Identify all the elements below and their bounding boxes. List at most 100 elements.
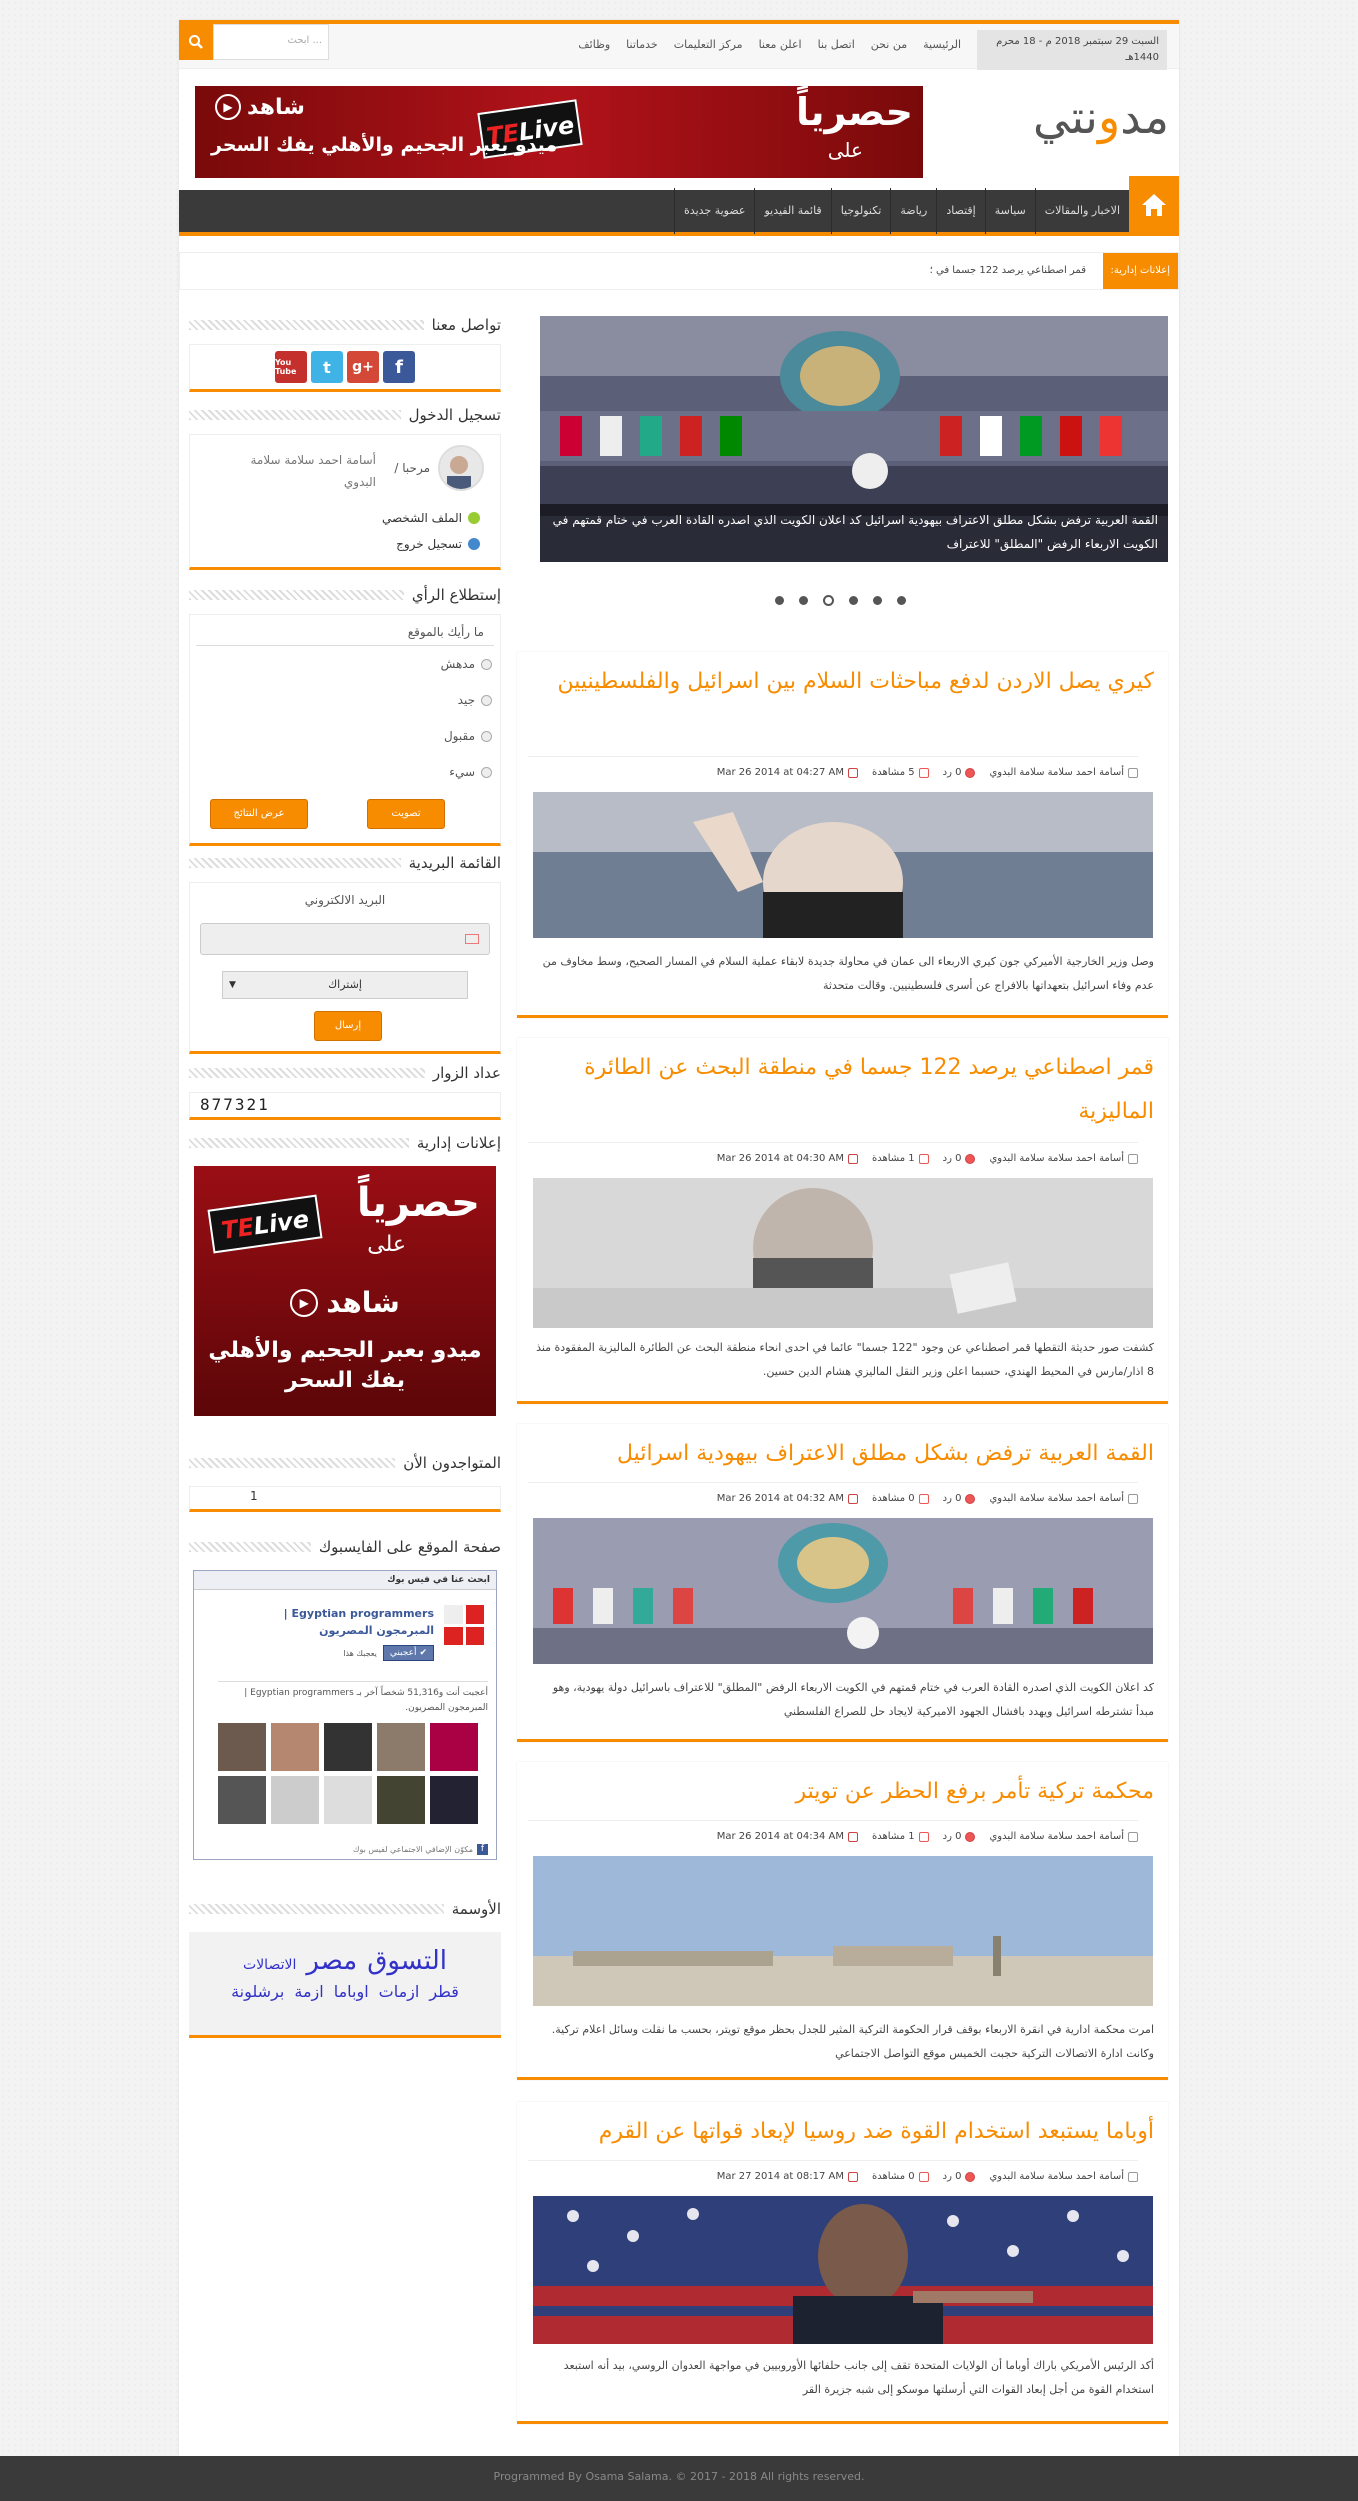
google-plus-icon[interactable]: g+	[347, 351, 379, 383]
logout-icon	[468, 538, 480, 550]
facebook-icon[interactable]: f	[383, 351, 415, 383]
vote-button[interactable]: تصويت	[367, 799, 445, 829]
post-comments[interactable]: 0 رد	[943, 1831, 976, 1842]
widget-login: تسجيل الدخول مرحبا / أسامة احمد سلامة سل…	[189, 404, 501, 570]
fb-fan-avatar[interactable]	[377, 1723, 425, 1771]
nav-register[interactable]: عضوية جديدة	[674, 188, 754, 234]
site-logo[interactable]: مدونتي	[1033, 90, 1169, 144]
topnav-jobs[interactable]: وظائف	[578, 38, 610, 51]
post-comments[interactable]: 0 رد	[943, 2171, 976, 2182]
fb-fan-avatar[interactable]	[430, 1776, 478, 1824]
home-button[interactable]	[1129, 176, 1179, 234]
fb-fan-avatar[interactable]	[324, 1723, 372, 1771]
poll-radio[interactable]	[481, 766, 492, 778]
post-title[interactable]: القمة العربية ترفض بشكل مطلق الاعتراف بي…	[534, 1432, 1154, 1476]
post-image[interactable]	[533, 792, 1153, 938]
fb-like-button[interactable]: ✔ أعجبني	[382, 1645, 434, 1661]
post-image[interactable]	[533, 1856, 1153, 2006]
post-author[interactable]: أسامة احمد سلامة سلامة البدوي	[989, 1153, 1138, 1164]
slider-dot-4[interactable]	[823, 595, 834, 606]
ad-shahid-text: شاهد	[326, 1286, 400, 1319]
poll-option[interactable]: سيء	[190, 754, 500, 790]
post-author[interactable]: أسامة احمد سلامة سلامة البدوي	[989, 1831, 1138, 1842]
post-author[interactable]: أسامة احمد سلامة سلامة البدوي	[989, 2171, 1138, 2182]
post-image[interactable]	[533, 2196, 1153, 2344]
logout-link[interactable]: تسجيل خروج	[396, 537, 480, 551]
fb-fan-avatar[interactable]	[430, 1723, 478, 1771]
slider-dot-6[interactable]	[775, 596, 784, 605]
poll-radio[interactable]	[481, 658, 492, 670]
widget-title-stripe	[189, 858, 401, 868]
post-title[interactable]: أوباما يستبعد استخدام القوة ضد روسيا لإب…	[534, 2110, 1154, 2154]
fb-fan-avatar[interactable]	[377, 1776, 425, 1824]
fb-fan-avatar[interactable]	[324, 1776, 372, 1824]
nav-tech[interactable]: تكنولوجيا	[830, 188, 891, 234]
ticker-text[interactable]: قمر اصطناعي يرصد 122 جسما في ؛	[930, 253, 1086, 289]
fb-fan-avatar[interactable]	[218, 1776, 266, 1824]
post-image[interactable]	[533, 1518, 1153, 1664]
featured-slider[interactable]: القمة العربية ترفض بشكل مطلق الاعتراف بي…	[540, 316, 1168, 562]
ad-telive-live: Live	[251, 1204, 311, 1241]
topnav-advertise[interactable]: اعلن معنا	[759, 38, 802, 51]
tag-link[interactable]: برشلونة	[231, 1982, 284, 2001]
poll-option[interactable]: مدهش	[190, 646, 500, 682]
poll-option[interactable]: جيد	[190, 682, 500, 718]
slider-caption[interactable]: القمة العربية ترفض بشكل مطلق الاعتراف بي…	[540, 504, 1168, 562]
tag-link[interactable]: ازمات	[379, 1982, 420, 2001]
fb-fan-avatar[interactable]	[271, 1723, 319, 1771]
header-ad-banner[interactable]: حصرياً على TELive شاهد ▶ ميدو بعبر الجحيم…	[195, 86, 923, 178]
post-comments[interactable]: 0 رد	[943, 1153, 976, 1164]
nav-video[interactable]: قائمة الفيديو	[754, 188, 830, 234]
tag-link[interactable]: الاتصالات	[243, 1957, 296, 1973]
post-meta: أسامة احمد سلامة سلامة البدوي 0 رد 1 مشا…	[528, 1820, 1138, 1842]
profile-link[interactable]: الملف الشخصي	[382, 511, 480, 525]
slider-dot-3[interactable]	[849, 596, 858, 605]
post-date: Mar 26 2014 at 04:30 AM	[717, 1153, 858, 1164]
fb-page-name[interactable]: Egyptian programmers | المبرمجون المصريو…	[234, 1605, 434, 1639]
nav-news[interactable]: الاخبار والمقالات	[1034, 188, 1129, 234]
fb-fan-avatar[interactable]	[271, 1776, 319, 1824]
ad-telive-logo: TELive	[207, 1194, 323, 1254]
sidebar-ad-banner[interactable]: حصرياً على TELive شاهد ▶ ميدو بعبر الجحيم…	[194, 1166, 496, 1416]
poll-radio[interactable]	[481, 730, 492, 742]
topnav-services[interactable]: خدماتنا	[626, 38, 658, 51]
topnav-home[interactable]: الرئيسية	[923, 38, 961, 51]
results-button[interactable]: عرض النتائج	[210, 799, 308, 829]
send-button[interactable]: إرسال	[314, 1011, 382, 1041]
fb-page-logo[interactable]	[440, 1601, 488, 1649]
post-author[interactable]: أسامة احمد سلامة سلامة البدوي	[989, 1493, 1138, 1504]
post-author[interactable]: أسامة احمد سلامة سلامة البدوي	[989, 767, 1138, 778]
tag-link[interactable]: ازمة	[294, 1982, 323, 2001]
tag-link[interactable]: قطر	[429, 1982, 459, 2001]
fb-fan-avatar[interactable]	[218, 1723, 266, 1771]
post-comments[interactable]: 0 رد	[943, 767, 976, 778]
search-button[interactable]	[179, 24, 213, 60]
widget-ads: إعلانات إدارية حصرياً على TELive شاهد ▶ م…	[189, 1132, 501, 1416]
slider-dot-5[interactable]	[799, 596, 808, 605]
poll-radio[interactable]	[481, 694, 492, 706]
slider-dot-1[interactable]	[897, 596, 906, 605]
post-title[interactable]: قمر اصطناعي يرصد 122 جسما في منطقة البحث…	[534, 1046, 1154, 1134]
topnav-contact[interactable]: اتصل بنا	[818, 38, 855, 51]
youtube-icon[interactable]: You Tube	[275, 351, 307, 383]
poll-option[interactable]: مقبول	[190, 718, 500, 754]
avatar[interactable]	[438, 445, 484, 491]
nav-economy[interactable]: إقتصاد	[936, 188, 984, 234]
search-input[interactable]: ابحث ...	[213, 24, 329, 60]
subscribe-select[interactable]: إشتراك ▼	[222, 971, 468, 999]
post-image[interactable]	[533, 1178, 1153, 1328]
email-field[interactable]	[200, 923, 490, 955]
post-title[interactable]: محكمة تركية تأمر برفع الحظر عن تويتر	[534, 1770, 1154, 1814]
slider-dot-2[interactable]	[873, 596, 882, 605]
topnav-about[interactable]: من نحن	[871, 38, 907, 51]
topnav-help[interactable]: مركز التعليمات	[674, 38, 743, 51]
tag-link[interactable]: مصر	[306, 1946, 357, 1976]
tag-link[interactable]: اوباما	[334, 1982, 369, 2001]
subscribe-select-value: إشتراك	[328, 978, 362, 991]
post-comments[interactable]: 0 رد	[943, 1493, 976, 1504]
post-title[interactable]: كيري يصل الاردن لدفع مباحثات السلام بين …	[534, 660, 1154, 704]
nav-sports[interactable]: رياضة	[890, 188, 936, 234]
nav-politics[interactable]: سياسة	[984, 188, 1035, 234]
twitter-icon[interactable]: t	[311, 351, 343, 383]
tag-link[interactable]: التسوق	[367, 1946, 447, 1976]
